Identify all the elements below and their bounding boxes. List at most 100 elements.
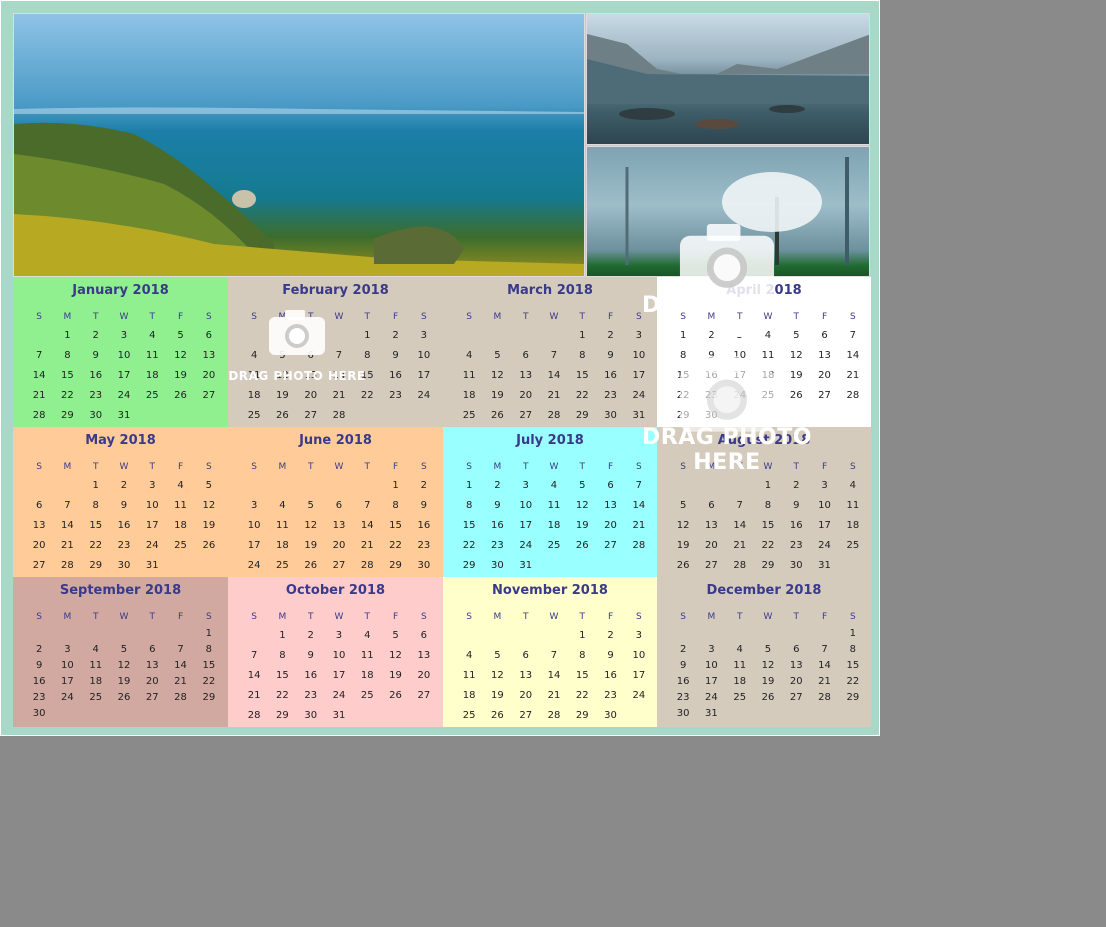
week-row: 8 9 10 11 12 13 14 [455, 496, 653, 516]
day-cell: 4 [465, 350, 473, 361]
day-cell: 14 [174, 660, 187, 671]
week-row: 3 4 5 6 7 8 9 [240, 496, 438, 516]
coastline-photo[interactable] [13, 13, 585, 277]
day-cell: 25 [462, 710, 476, 721]
drag-photo-zone[interactable]: DRAG PHOTO HERE [207, 307, 387, 383]
day-cell: 5 [307, 500, 314, 511]
day-cell: 22 [89, 540, 103, 551]
day-cell [625, 706, 653, 726]
day-header: F [392, 612, 399, 622]
day-cell [240, 626, 268, 646]
day-cell: 15 [846, 660, 860, 671]
day-cell: 8 [849, 644, 857, 655]
day-cell: 4 [279, 500, 286, 511]
day-cell: 12 [491, 370, 504, 381]
day-cell: 19 [304, 540, 318, 551]
week-row: 9 10 11 12 13 14 15 [25, 658, 223, 674]
day-cell: 18 [360, 670, 374, 681]
day-cell: 13 [32, 520, 46, 531]
week-row: 19 20 21 22 23 24 25 [669, 536, 867, 556]
day-cell: 26 [389, 690, 402, 701]
day-cell: 25 [547, 540, 561, 551]
day-cell: 19 [117, 676, 131, 687]
month-days-grid: SMTWTFS123456789101112131415161718192021… [669, 608, 867, 722]
day-cell: 1 [92, 480, 99, 491]
day-cell: 2 [607, 630, 614, 641]
day-cell: 20 [332, 540, 346, 551]
day-cell: 8 [205, 644, 213, 655]
day-cell: 15 [389, 520, 402, 531]
coastline-illustration [14, 107, 584, 276]
day-cell: 4 [550, 480, 558, 491]
day-cell [568, 556, 596, 576]
day-cell: 23 [676, 692, 690, 703]
day-cell: 1 [579, 330, 586, 341]
month-block: January 2018 S M T W T F S 1 2 3 4 5 6 7 8 9 10 11 12 13 14 15… [13, 277, 228, 427]
day-cell: 7 [64, 500, 71, 511]
day-cell: 28 [61, 560, 74, 571]
day-cell: 1 [764, 480, 772, 491]
day-cell [754, 706, 782, 722]
drag-photo-label: DRAG PHOTO HERE [228, 369, 366, 383]
day-cell [353, 706, 381, 726]
day-header: S [680, 612, 686, 622]
day-cell: 26 [761, 692, 775, 703]
day-header-row: SMTWTFS [240, 608, 438, 626]
day-cell: 17 [818, 520, 831, 531]
day-cell: 15 [276, 670, 289, 681]
day-cell: 27 [32, 560, 46, 571]
day-cell: 3 [522, 480, 529, 491]
day-cell: 23 [117, 540, 131, 551]
day-cell [697, 476, 725, 496]
drag-photo-zone[interactable]: DRAG PHOTO HERE [611, 219, 843, 343]
day-header: W [334, 462, 344, 472]
day-cell: 22 [575, 390, 589, 401]
month-block: May 2018 S M T W T F S 1 2 3 4 5 6 7 8 9 10 11 12 13 14 15 16 17… [13, 427, 228, 577]
day-cell: 3 [250, 500, 258, 511]
day-cell: 20 [519, 690, 533, 701]
day-cell: 25 [846, 540, 860, 551]
day-cell: 28 [360, 560, 374, 571]
drag-photo-zone[interactable]: DRAG PHOTO HERE [611, 351, 843, 475]
day-header: S [251, 462, 257, 472]
day-cell: 20 [705, 540, 718, 551]
day-cell: 10 [705, 660, 718, 671]
day-header: T [149, 312, 156, 322]
day-cell [540, 626, 568, 646]
day-cell: 21 [332, 390, 346, 401]
month-days-grid: SMTWTFS123456789101112131415161718192021… [25, 458, 223, 576]
week-row: 29 30 31 [455, 556, 653, 576]
day-cell: 7 [550, 350, 558, 361]
day-cell: 28 [818, 692, 831, 703]
day-cell: 5 [494, 350, 501, 361]
day-header: F [177, 462, 184, 472]
day-header: S [36, 462, 42, 472]
week-row: 25 26 27 28 29 30 [455, 706, 653, 726]
day-cell [325, 476, 353, 496]
day-cell: 30 [89, 410, 103, 421]
day-cell [483, 326, 511, 346]
week-row: 12 13 14 15 16 17 18 [669, 516, 867, 536]
day-cell [410, 406, 438, 426]
day-header: F [177, 312, 184, 322]
week-row: 10 11 12 13 14 15 16 [240, 516, 438, 536]
week-row: 21 22 23 24 25 26 27 [25, 386, 223, 406]
day-cell: 29 [61, 410, 74, 421]
day-cell: 24 [332, 690, 346, 701]
day-cell: 27 [519, 410, 533, 421]
day-cell: 14 [32, 370, 46, 381]
river-valley-photo[interactable] [586, 13, 870, 145]
day-cell: 13 [145, 660, 159, 671]
day-cell: 7 [177, 644, 184, 655]
day-cell: 29 [202, 692, 216, 703]
day-cell: 26 [304, 560, 318, 571]
week-row: 7 8 9 10 11 12 13 [25, 346, 223, 366]
day-header: S [420, 462, 427, 472]
day-cell: 18 [462, 690, 476, 701]
day-cell: 24 [519, 540, 533, 551]
day-cell: 31 [145, 560, 159, 571]
month-title: November 2018 [492, 583, 608, 598]
day-cell: 19 [761, 676, 775, 687]
day-cell: 14 [247, 670, 261, 681]
day-cell: 17 [417, 370, 431, 381]
